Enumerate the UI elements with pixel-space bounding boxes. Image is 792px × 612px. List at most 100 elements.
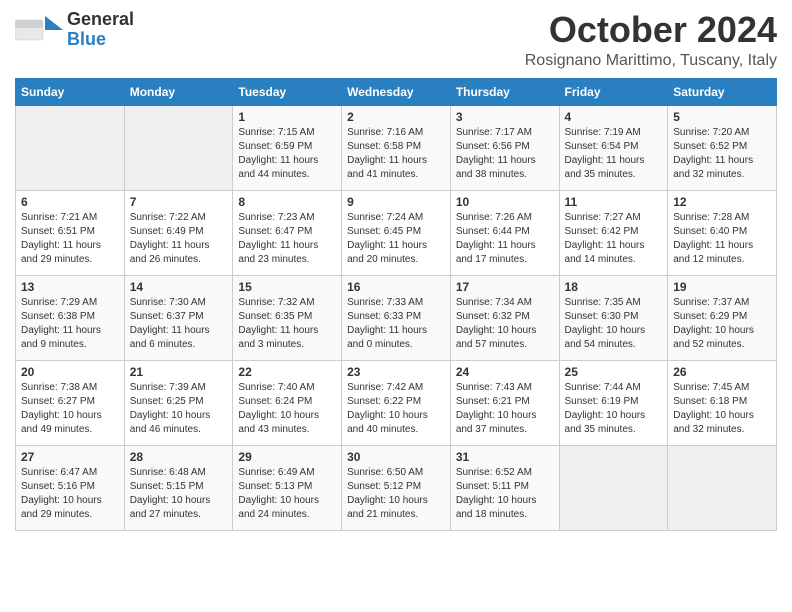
- cell-info: Sunrise: 6:47 AMSunset: 5:16 PMDaylight:…: [21, 466, 119, 522]
- calendar-cell: 11 Sunrise: 7:27 AMSunset: 6:42 PMDayligh…: [559, 190, 668, 275]
- cell-info: Sunrise: 7:27 AMSunset: 6:42 PMDaylight:…: [565, 211, 663, 267]
- day-number: 5: [673, 110, 771, 124]
- calendar-cell: [16, 105, 125, 190]
- day-number: 7: [130, 195, 228, 209]
- cell-info: Sunrise: 7:39 AMSunset: 6:25 PMDaylight:…: [130, 381, 228, 437]
- day-number: 11: [565, 195, 663, 209]
- calendar-cell: 2Sunrise: 7:16 AMSunset: 6:58 PMDaylight…: [342, 105, 451, 190]
- calendar-cell: 14 Sunrise: 7:30 AMSunset: 6:37 PMDayligh…: [124, 275, 233, 360]
- calendar-cell: 31Sunrise: 6:52 AMSunset: 5:11 PMDayligh…: [450, 445, 559, 530]
- cell-info: Sunrise: 7:29 AMSunset: 6:38 PMDaylight:…: [21, 296, 119, 352]
- cell-info: Sunrise: 6:52 AMSunset: 5:11 PMDaylight:…: [456, 466, 554, 522]
- cell-info: Sunrise: 7:22 AMSunset: 6:49 PMDaylight:…: [130, 211, 228, 267]
- day-number: 15: [238, 280, 336, 294]
- week-row-4: 20 Sunrise: 7:38 AMSunset: 6:27 PMDayligh…: [16, 360, 777, 445]
- calendar-cell: 7 Sunrise: 7:22 AMSunset: 6:49 PMDaylight…: [124, 190, 233, 275]
- day-number: 4: [565, 110, 663, 124]
- day-number: 1: [238, 110, 336, 124]
- day-number: 3: [456, 110, 554, 124]
- calendar-cell: 25 Sunrise: 7:44 AMSunset: 6:19 PMDayligh…: [559, 360, 668, 445]
- calendar-cell: 18 Sunrise: 7:35 AMSunset: 6:30 PMDayligh…: [559, 275, 668, 360]
- calendar-cell: 8 Sunrise: 7:23 AMSunset: 6:47 PMDaylight…: [233, 190, 342, 275]
- cell-info: Sunrise: 7:35 AMSunset: 6:30 PMDaylight:…: [565, 296, 663, 352]
- calendar-cell: 22 Sunrise: 7:40 AMSunset: 6:24 PMDayligh…: [233, 360, 342, 445]
- day-number: 21: [130, 365, 228, 379]
- header-sunday: Sunday: [16, 78, 125, 105]
- calendar-cell: 17Sunrise: 7:34 AMSunset: 6:32 PMDayligh…: [450, 275, 559, 360]
- day-number: 16: [347, 280, 445, 294]
- calendar-cell: 10 Sunrise: 7:26 AMSunset: 6:44 PMDayligh…: [450, 190, 559, 275]
- month-title: October 2024: [525, 10, 777, 50]
- page-header: General Blue October 2024 Rosignano Mari…: [15, 10, 777, 70]
- header-row: SundayMondayTuesdayWednesdayThursdayFrid…: [16, 78, 777, 105]
- day-number: 8: [238, 195, 336, 209]
- calendar-cell: 19Sunrise: 7:37 AMSunset: 6:29 PMDayligh…: [668, 275, 777, 360]
- cell-info: Sunrise: 7:23 AMSunset: 6:47 PMDaylight:…: [238, 211, 336, 267]
- cell-info: Sunrise: 6:48 AMSunset: 5:15 PMDaylight:…: [130, 466, 228, 522]
- cell-info: Sunrise: 7:19 AMSunset: 6:54 PMDaylight:…: [565, 126, 663, 182]
- cell-info: Sunrise: 7:44 AMSunset: 6:19 PMDaylight:…: [565, 381, 663, 437]
- title-area: October 2024 Rosignano Marittimo, Tuscan…: [525, 10, 777, 70]
- calendar-cell: [124, 105, 233, 190]
- week-row-2: 6Sunrise: 7:21 AMSunset: 6:51 PMDaylight…: [16, 190, 777, 275]
- calendar-cell: 4 Sunrise: 7:19 AMSunset: 6:54 PMDaylight…: [559, 105, 668, 190]
- calendar-cell: 21 Sunrise: 7:39 AMSunset: 6:25 PMDayligh…: [124, 360, 233, 445]
- calendar-cell: 30Sunrise: 6:50 AMSunset: 5:12 PMDayligh…: [342, 445, 451, 530]
- day-number: 29: [238, 450, 336, 464]
- calendar-cell: 9Sunrise: 7:24 AMSunset: 6:45 PMDaylight…: [342, 190, 451, 275]
- cell-info: Sunrise: 7:40 AMSunset: 6:24 PMDaylight:…: [238, 381, 336, 437]
- calendar-cell: 13Sunrise: 7:29 AMSunset: 6:38 PMDayligh…: [16, 275, 125, 360]
- cell-info: Sunrise: 6:49 AMSunset: 5:13 PMDaylight:…: [238, 466, 336, 522]
- calendar-cell: 15 Sunrise: 7:32 AMSunset: 6:35 PMDayligh…: [233, 275, 342, 360]
- logo-general-text: General: [67, 10, 134, 30]
- calendar-cell: 12Sunrise: 7:28 AMSunset: 6:40 PMDayligh…: [668, 190, 777, 275]
- day-number: 25: [565, 365, 663, 379]
- cell-info: Sunrise: 7:38 AMSunset: 6:27 PMDaylight:…: [21, 381, 119, 437]
- week-row-5: 27 Sunrise: 6:47 AMSunset: 5:16 PMDayligh…: [16, 445, 777, 530]
- calendar-cell: 23Sunrise: 7:42 AMSunset: 6:22 PMDayligh…: [342, 360, 451, 445]
- day-number: 26: [673, 365, 771, 379]
- calendar-cell: 20 Sunrise: 7:38 AMSunset: 6:27 PMDayligh…: [16, 360, 125, 445]
- calendar-cell: 28 Sunrise: 6:48 AMSunset: 5:15 PMDayligh…: [124, 445, 233, 530]
- day-number: 24: [456, 365, 554, 379]
- day-number: 14: [130, 280, 228, 294]
- calendar-cell: 1 Sunrise: 7:15 AMSunset: 6:59 PMDaylight…: [233, 105, 342, 190]
- cell-info: Sunrise: 7:15 AMSunset: 6:59 PMDaylight:…: [238, 126, 336, 182]
- cell-info: Sunrise: 7:45 AMSunset: 6:18 PMDaylight:…: [673, 381, 771, 437]
- calendar-cell: 6Sunrise: 7:21 AMSunset: 6:51 PMDaylight…: [16, 190, 125, 275]
- cell-info: Sunrise: 7:42 AMSunset: 6:22 PMDaylight:…: [347, 381, 445, 437]
- day-number: 22: [238, 365, 336, 379]
- cell-info: Sunrise: 7:20 AMSunset: 6:52 PMDaylight:…: [673, 126, 771, 182]
- cell-info: Sunrise: 7:30 AMSunset: 6:37 PMDaylight:…: [130, 296, 228, 352]
- calendar-cell: 29 Sunrise: 6:49 AMSunset: 5:13 PMDayligh…: [233, 445, 342, 530]
- calendar-cell: 5 Sunrise: 7:20 AMSunset: 6:52 PMDaylight…: [668, 105, 777, 190]
- day-number: 10: [456, 195, 554, 209]
- day-number: 20: [21, 365, 119, 379]
- logo: General Blue: [15, 10, 134, 50]
- calendar-cell: [559, 445, 668, 530]
- day-number: 9: [347, 195, 445, 209]
- header-friday: Friday: [559, 78, 668, 105]
- day-number: 6: [21, 195, 119, 209]
- logo-icon: [15, 12, 63, 48]
- cell-info: Sunrise: 7:26 AMSunset: 6:44 PMDaylight:…: [456, 211, 554, 267]
- header-monday: Monday: [124, 78, 233, 105]
- day-number: 27: [21, 450, 119, 464]
- week-row-3: 13Sunrise: 7:29 AMSunset: 6:38 PMDayligh…: [16, 275, 777, 360]
- logo-blue-text: Blue: [67, 30, 134, 50]
- calendar-cell: 3 Sunrise: 7:17 AMSunset: 6:56 PMDaylight…: [450, 105, 559, 190]
- cell-info: Sunrise: 7:33 AMSunset: 6:33 PMDaylight:…: [347, 296, 445, 352]
- header-saturday: Saturday: [668, 78, 777, 105]
- day-number: 18: [565, 280, 663, 294]
- cell-info: Sunrise: 7:17 AMSunset: 6:56 PMDaylight:…: [456, 126, 554, 182]
- calendar-cell: 26 Sunrise: 7:45 AMSunset: 6:18 PMDayligh…: [668, 360, 777, 445]
- cell-info: Sunrise: 7:32 AMSunset: 6:35 PMDaylight:…: [238, 296, 336, 352]
- location-text: Rosignano Marittimo, Tuscany, Italy: [525, 52, 777, 70]
- cell-info: Sunrise: 7:34 AMSunset: 6:32 PMDaylight:…: [456, 296, 554, 352]
- calendar-cell: 27 Sunrise: 6:47 AMSunset: 5:16 PMDayligh…: [16, 445, 125, 530]
- calendar-cell: 24 Sunrise: 7:43 AMSunset: 6:21 PMDayligh…: [450, 360, 559, 445]
- cell-info: Sunrise: 7:43 AMSunset: 6:21 PMDaylight:…: [456, 381, 554, 437]
- header-tuesday: Tuesday: [233, 78, 342, 105]
- day-number: 28: [130, 450, 228, 464]
- week-row-1: 1 Sunrise: 7:15 AMSunset: 6:59 PMDaylight…: [16, 105, 777, 190]
